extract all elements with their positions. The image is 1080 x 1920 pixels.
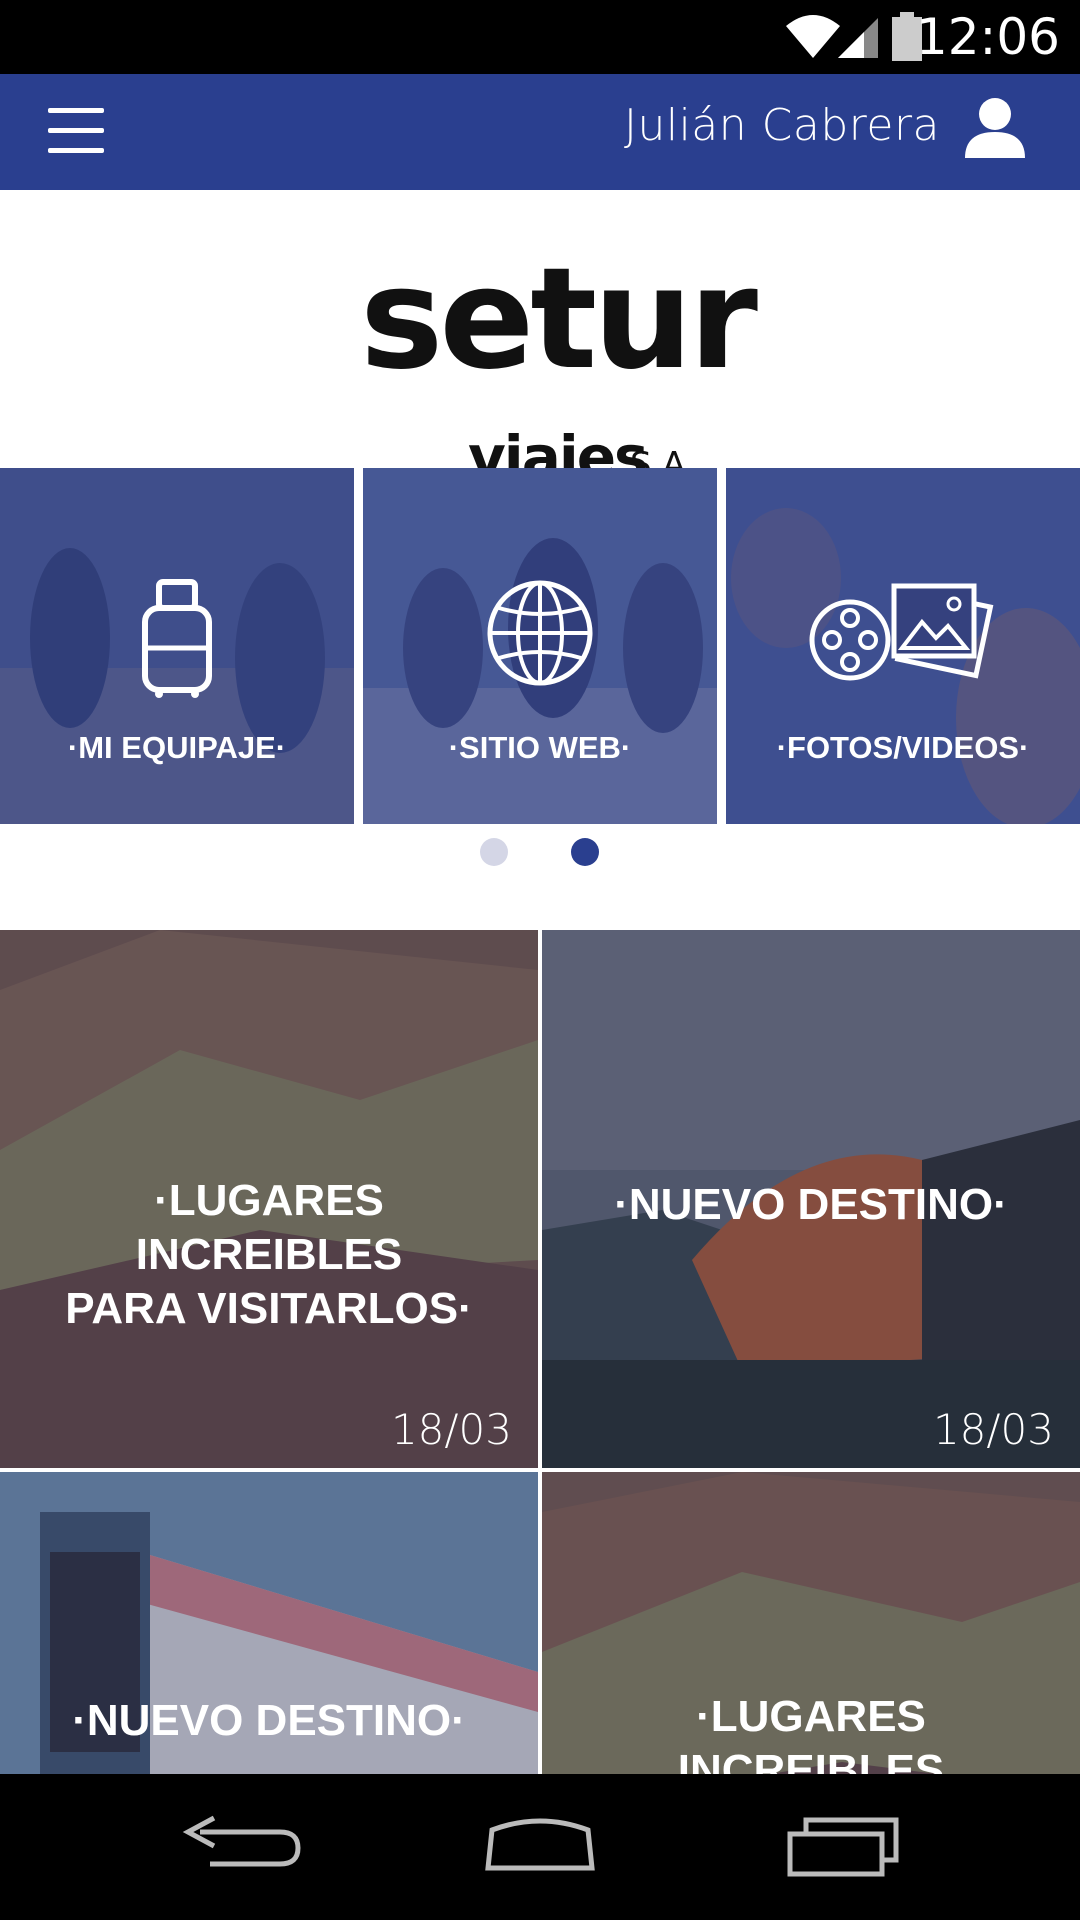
card-title: ·NUEVO DESTINO·	[614, 1180, 1008, 1229]
quick-link-mi-equipaje[interactable]: ·MI EQUIPAJE·	[0, 468, 354, 824]
globe-icon	[487, 580, 593, 686]
menu-icon	[48, 108, 104, 113]
user-name[interactable]: Julián Cabrera	[624, 100, 940, 151]
news-card[interactable]: ·NUEVO DESTINO·	[0, 1472, 538, 1774]
back-icon[interactable]	[170, 1812, 310, 1882]
news-grid: ·LUGARES INCREIBLES PARA VISITARLOS· 18/…	[0, 930, 1080, 1774]
news-card[interactable]: ·LUGARES INCREIBLES	[542, 1472, 1080, 1774]
cell-signal-icon	[838, 18, 878, 58]
carousel-pager	[0, 838, 1080, 868]
user-profile-icon[interactable]	[962, 94, 1028, 160]
home-icon[interactable]	[470, 1812, 610, 1882]
card-date: 18/03	[390, 1405, 512, 1454]
luggage-icon	[142, 579, 212, 698]
quick-link-label: ·FOTOS/VIDEOS·	[776, 730, 1030, 765]
main-content: setur viajes S.A. ·MI EQUIPAJE· ·SITIO W…	[0, 190, 1080, 1774]
quick-link-sitio-web[interactable]: ·SITIO WEB·	[363, 468, 717, 824]
status-bar: 12:06	[0, 0, 1080, 74]
card-title: ·LUGARES INCREIBLES PARA VISITARLOS·	[65, 1176, 473, 1333]
status-time: 12:06	[915, 8, 1060, 66]
recent-apps-icon[interactable]	[772, 1812, 912, 1882]
quick-link-label: ·SITIO WEB·	[448, 730, 632, 765]
logo-brand: setur	[360, 238, 758, 401]
pager-dot-1[interactable]	[480, 838, 508, 866]
card-date: 18/03	[932, 1405, 1054, 1454]
news-card[interactable]: ·LUGARES INCREIBLES PARA VISITARLOS· 18/…	[0, 930, 538, 1468]
card-title: ·LUGARES INCREIBLES	[677, 1692, 945, 1774]
pager-dot-2[interactable]	[571, 838, 599, 866]
card-title: ·NUEVO DESTINO·	[72, 1696, 466, 1745]
system-nav-bar	[0, 1774, 1080, 1920]
news-card[interactable]: ·NUEVO DESTINO· 18/03	[542, 930, 1080, 1468]
quick-link-label: ·MI EQUIPAJE·	[67, 730, 287, 765]
menu-button[interactable]	[40, 98, 112, 170]
quick-links-carousel[interactable]: ·MI EQUIPAJE· ·SITIO WEB· ·FOTOS/VIDEOS·	[0, 468, 1080, 824]
quick-link-fotos-videos[interactable]: ·FOTOS/VIDEOS·	[726, 468, 1080, 824]
setur-logo: setur viajes S.A.	[360, 250, 758, 487]
film-photos-icon	[809, 583, 994, 681]
